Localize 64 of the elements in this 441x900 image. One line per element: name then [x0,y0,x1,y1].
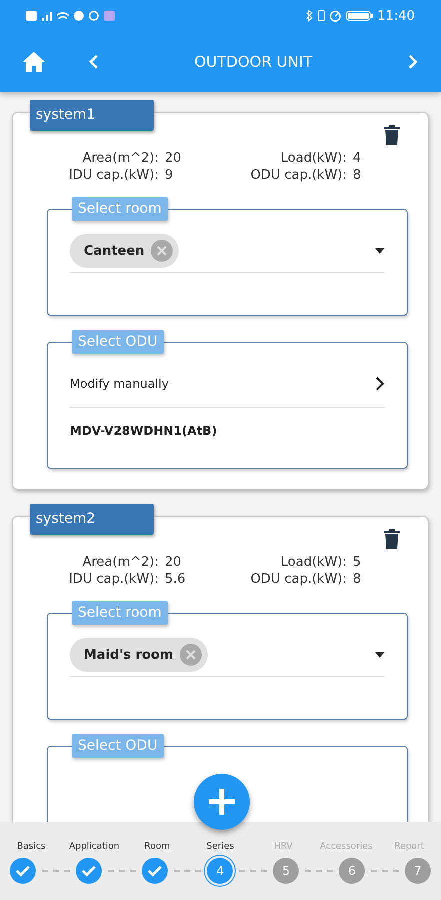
status-time: 11:40 [378,8,415,24]
stat-label: Load(kW): [280,555,347,570]
step-done-indicator[interactable] [10,858,36,884]
battery-icon [346,11,373,21]
chip-label: Canteen [84,244,145,258]
chevron-right-icon [407,54,419,70]
home-icon [22,51,46,73]
step-label: Accessories [319,842,374,852]
remove-icon[interactable] [180,644,202,666]
modify-manually-link[interactable]: Modify manually [70,367,385,407]
stat-value: 20 [165,555,183,570]
step-label: Room [144,842,172,852]
wifi-icon [57,12,69,20]
field-label: Select ODU [72,734,164,758]
stat-label: IDU cap.(kW): [68,572,159,587]
system-title: system1 [30,100,154,131]
dropdown-caret-icon [375,248,385,254]
stat-label: Area(m^2): [82,151,159,166]
gauge-icon [330,10,341,22]
stat-value: 8 [353,168,362,183]
stat-label: ODU cap.(kW): [250,572,347,587]
stat-value: 5.6 [165,572,187,587]
stat-label: Area(m^2): [82,555,159,570]
stat-value: 20 [165,151,183,166]
stat-label: ODU cap.(kW): [250,168,347,183]
plus-icon [207,787,237,817]
remove-icon[interactable] [150,240,173,262]
field-label: Select room [72,601,168,625]
stat-value: 9 [165,168,174,183]
delete-button[interactable] [384,529,400,549]
page-title: OUTDOOR UNIT [193,53,314,71]
notification-icon [26,10,37,22]
stat-value: 8 [353,572,362,587]
signal-icon [42,10,52,22]
check-icon [16,866,30,876]
step-label: Report [394,842,426,852]
chip-label: Maid's room [84,648,174,662]
step-label: HRV [273,842,294,852]
check-icon [82,866,96,876]
stat-value: 4 [353,151,362,166]
vibrate-icon [318,10,325,22]
room-chip[interactable]: Maid's room [70,638,208,672]
bluetooth-icon [306,10,313,22]
trash-icon [384,125,400,145]
stat-value: 5 [353,555,362,570]
app-notification-icon [104,11,115,21]
chevron-right-icon [376,377,385,391]
field-label: Select room [72,197,168,221]
room-chip[interactable]: Canteen [70,234,179,268]
chevron-left-icon [88,54,100,70]
selected-odu-model: MDV-V28WDHN1(AtB) [70,407,385,454]
check-icon [148,866,162,876]
field-label: Select ODU [72,330,164,354]
system-title: system2 [30,504,154,535]
step-done-indicator[interactable] [142,858,168,884]
stat-label: Load(kW): [280,151,347,166]
step-label: Series [206,842,236,852]
stat-label: IDU cap.(kW): [68,168,159,183]
trash-icon [384,529,400,549]
step-label: Basics [16,842,47,852]
delete-button[interactable] [384,125,400,145]
step-label: Application [68,842,121,852]
step-done-indicator[interactable] [76,858,102,884]
dropdown-caret-icon [375,652,385,658]
